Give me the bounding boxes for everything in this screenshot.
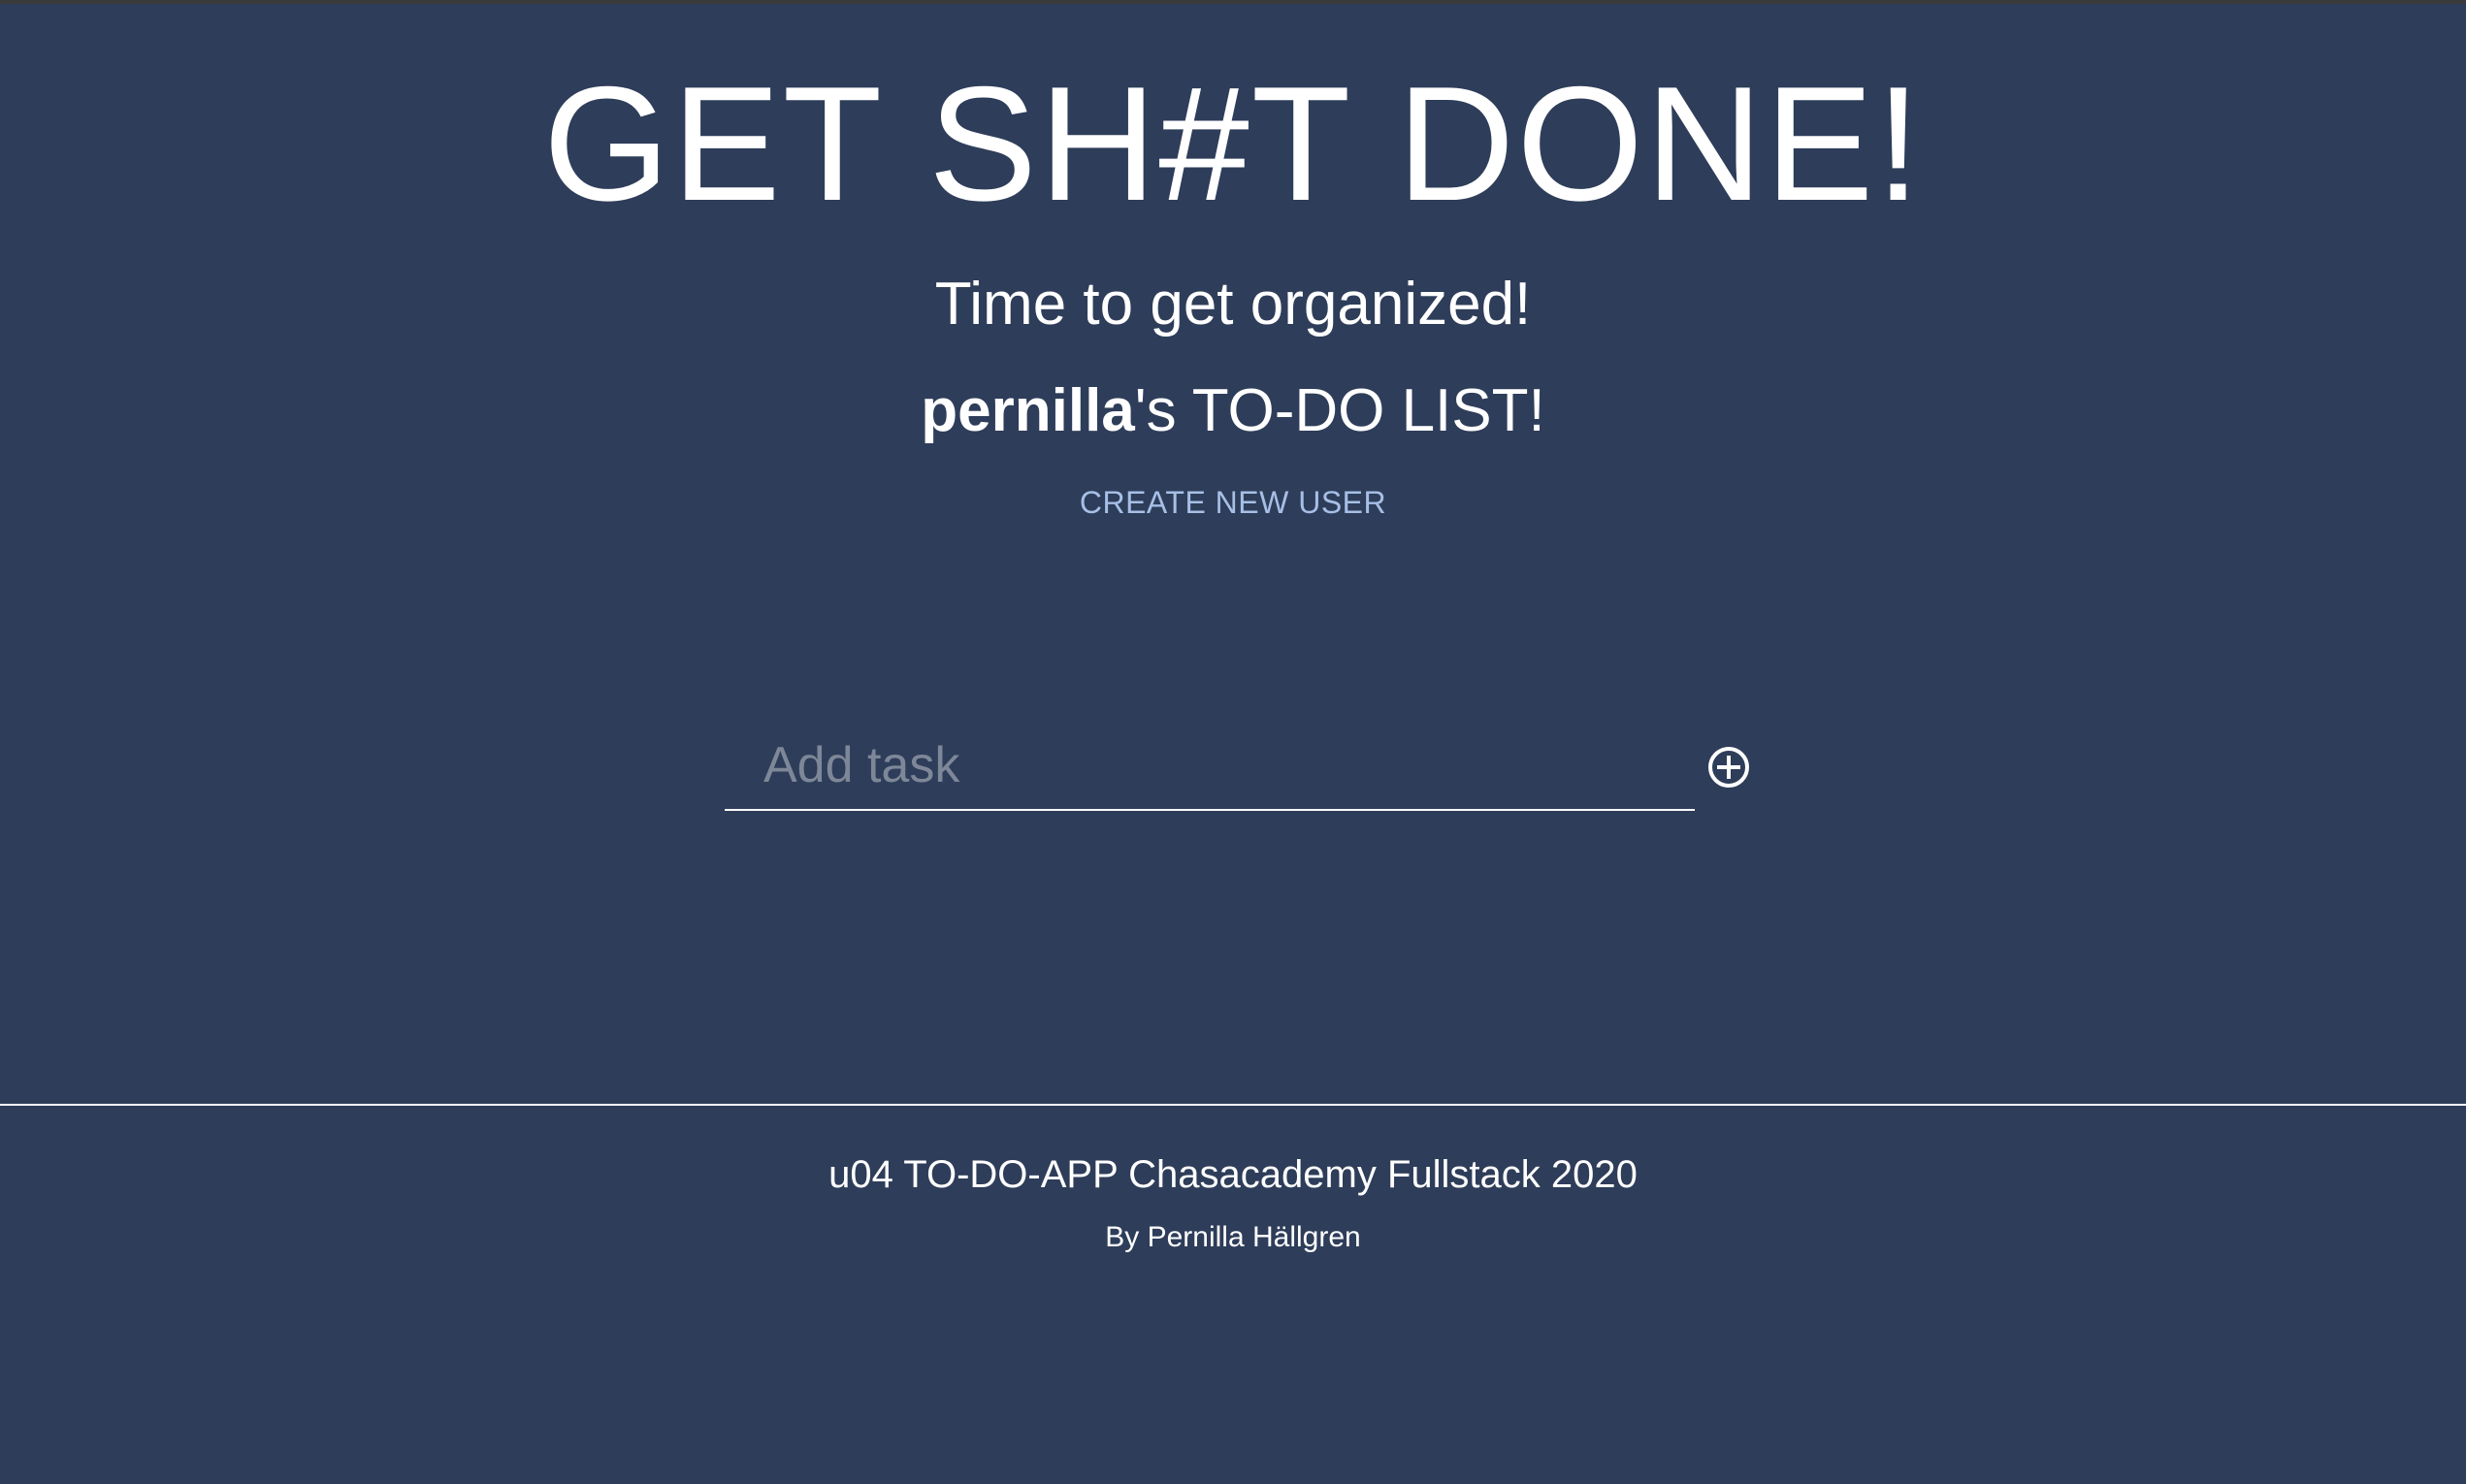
create-user-container: CREATE NEW USER bbox=[0, 483, 2466, 522]
owner-name: pernilla bbox=[921, 377, 1135, 444]
add-task-input[interactable] bbox=[725, 722, 1695, 811]
window-top-edge bbox=[0, 0, 2466, 4]
footer-app-info: u04 TO-DO-APP Chasacademy Fullstack 2020 bbox=[828, 1153, 1638, 1196]
add-task-form bbox=[725, 722, 1749, 815]
add-task-button[interactable] bbox=[1700, 738, 1758, 796]
owner-suffix: 's TO-DO LIST! bbox=[1134, 377, 1545, 444]
page-subtitle: Time to get organized! bbox=[934, 271, 1532, 338]
footer-author: By Pernilla Hällgren bbox=[1105, 1221, 1361, 1253]
page-title: GET SH#T DONE! bbox=[542, 52, 1924, 235]
footer-divider bbox=[0, 1104, 2466, 1106]
create-new-user-link[interactable]: CREATE NEW USER bbox=[1080, 485, 1386, 520]
plus-circle-icon bbox=[1708, 747, 1749, 788]
list-owner-heading: pernilla's TO-DO LIST! bbox=[0, 376, 2466, 446]
